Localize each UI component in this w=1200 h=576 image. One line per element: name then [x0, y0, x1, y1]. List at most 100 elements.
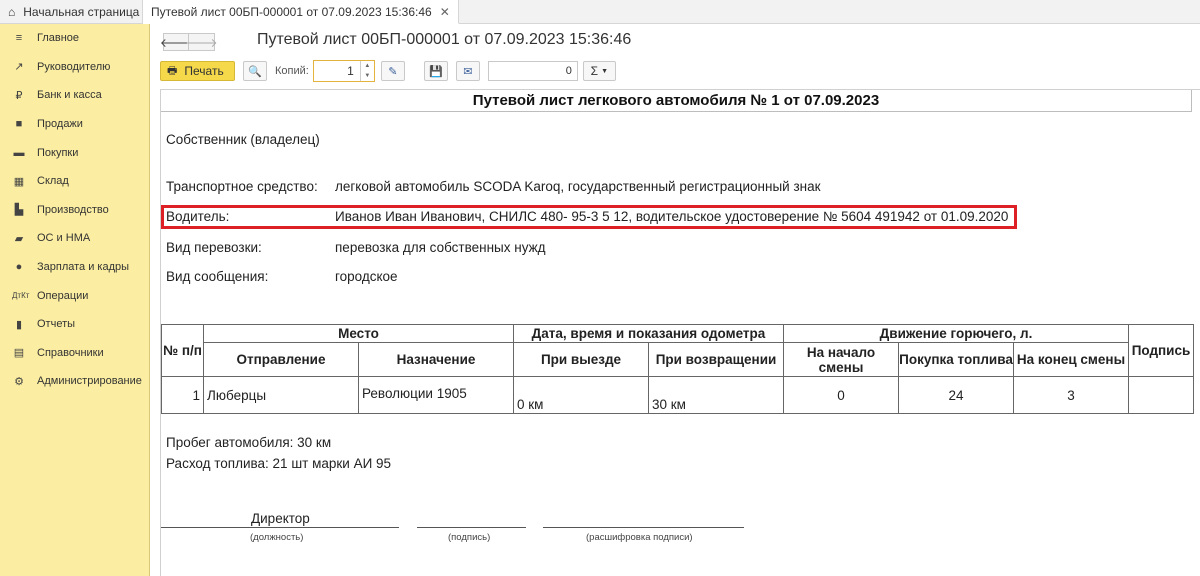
sidebar-item-label: Склад	[37, 175, 69, 188]
ruble-icon: ₽	[15, 89, 23, 102]
tab-home[interactable]: ⌂ Начальная страница	[0, 0, 143, 23]
header-fuel: Движение горючего, л.	[783, 324, 1129, 343]
envelope-icon: ✉	[463, 65, 473, 78]
table-row: 1 Люберцы Революции 1905 0 км 30 км 0 24…	[161, 376, 1194, 414]
sidebar-item-label: Производство	[37, 203, 109, 216]
sidebar-item-purchases[interactable]: ▬ Покупки	[0, 138, 149, 167]
header-on-return: При возвращении	[648, 342, 784, 377]
sidebar-item-label: Руководителю	[37, 60, 111, 73]
route-type-label: Вид сообщения:	[166, 269, 269, 284]
waybill-table: № п/п Место Дата, время и показания одом…	[161, 324, 1194, 414]
table-header-row: № п/п Место Дата, время и показания одом…	[161, 324, 1194, 377]
tab-home-label: Начальная страница	[23, 4, 140, 19]
cart-icon: ▬	[13, 146, 25, 159]
sidebar-item-main[interactable]: ≡ Главное	[0, 24, 149, 53]
sidebar-item-label: Зарплата и кадры	[37, 261, 130, 274]
sidebar-item-salary[interactable]: ● Зарплата и кадры	[0, 253, 149, 282]
caption-name: (расшифровка подписи)	[586, 532, 693, 543]
document-title: Путевой лист легкового автомобиля № 1 от…	[161, 90, 1192, 112]
save-icon: 💾	[428, 65, 443, 78]
header-place: Место	[203, 324, 514, 343]
header-fuel-purchase: Покупка топлива	[898, 342, 1014, 377]
cell-num: 1	[161, 376, 204, 414]
mileage-text: Пробег автомобиля: 30 км	[166, 435, 332, 450]
sum-button[interactable]: Σ ▼	[582, 61, 616, 81]
driver-value: Иванов Иван Иванович, СНИЛС 480- 95-3 5 …	[335, 209, 1009, 224]
factory-icon: ▙	[14, 204, 24, 217]
chevron-up-icon: ▲	[364, 63, 371, 69]
arrow-right-icon: 🡒	[185, 35, 218, 50]
caption-signature: (подпись)	[448, 532, 491, 543]
sidebar-item-production[interactable]: ▙ Производство	[0, 196, 149, 225]
sidebar-item-admin[interactable]: ⚙ Администрирование	[0, 367, 149, 396]
sidebar-item-label: Главное	[37, 32, 80, 45]
menu-icon: ≡	[15, 32, 23, 45]
tab-bar: ⌂ Начальная страница Путевой лист 00БП-0…	[0, 0, 1200, 24]
spreadsheet-document: Путевой лист легкового автомобиля № 1 от…	[160, 89, 1200, 576]
sidebar-item-reports[interactable]: ▮ Отчеты	[0, 310, 149, 339]
header-destination: Назначение	[358, 342, 514, 377]
cell-on-return: 30 км	[648, 376, 784, 414]
route-type-value: городское	[335, 269, 398, 284]
sidebar-item-label: Банк и касса	[37, 89, 102, 102]
position-value: Директор	[251, 511, 310, 526]
header-fuel-start: На начало смены	[783, 342, 899, 377]
vehicle-value: легковой автомобиль SCODA Karoq, государ…	[335, 179, 821, 194]
trend-icon: ↗	[14, 61, 24, 74]
sidebar-item-sales[interactable]: ■ Продажи	[0, 110, 149, 139]
caption-position: (должность)	[250, 532, 304, 543]
sidebar-item-directories[interactable]: ▤ Справочники	[0, 339, 149, 368]
vehicle-label: Транспортное средство:	[166, 179, 318, 194]
table-subheader-row: Отправление Назначение При выезде При во…	[162, 342, 1194, 377]
header-departure: Отправление	[203, 342, 359, 377]
copies-stepper[interactable]: ▲ ▼	[359, 61, 374, 81]
cell-fuel-start: 0	[783, 376, 899, 414]
sidebar-item-manager[interactable]: ↗ Руководителю	[0, 53, 149, 82]
gear-icon: ⚙	[14, 375, 24, 388]
position-line	[161, 527, 399, 528]
copies-label: Копий:	[275, 65, 309, 77]
print-button-label: Печать	[184, 64, 224, 78]
edit-icon: ✎	[388, 65, 398, 78]
dt-kt-icon: ДтКт	[12, 291, 30, 301]
edit-button[interactable]: ✎	[380, 61, 405, 81]
copies-value: 1	[347, 64, 354, 78]
header-num: № п/п	[161, 324, 204, 377]
preview-button[interactable]: 🔍	[243, 61, 267, 81]
sidebar-item-label: Продажи	[37, 118, 83, 131]
nav-buttons: 🡐 🡒	[160, 33, 218, 51]
sum-field[interactable]: 0	[487, 61, 578, 81]
close-icon[interactable]: ✕	[440, 5, 450, 19]
main-area: 🡐 🡒 Путевой лист 00БП-000001 от 07.09.20…	[151, 25, 1200, 576]
copies-input[interactable]: 1 ▲ ▼	[312, 60, 375, 82]
sidebar-item-bank[interactable]: ₽ Банк и касса	[0, 81, 149, 110]
transport-type-label: Вид перевозки:	[166, 240, 262, 255]
tab-waybill-label: Путевой лист 00БП-000001 от 07.09.2023 1…	[151, 4, 432, 19]
forward-button[interactable]: 🡒	[185, 33, 218, 51]
tab-waybill[interactable]: Путевой лист 00БП-000001 от 07.09.2023 1…	[143, 0, 459, 24]
truck-icon: ▰	[14, 232, 24, 245]
person-icon: ●	[15, 261, 23, 274]
chevron-down-icon: ▼	[364, 73, 371, 79]
email-button[interactable]: ✉	[455, 61, 480, 81]
book-icon: ▤	[13, 347, 25, 360]
chevron-down-icon: ▼	[601, 67, 608, 75]
owner-label: Собственник (владелец)	[166, 132, 320, 147]
sidebar-item-warehouse[interactable]: ▦ Склад	[0, 167, 149, 196]
sidebar-item-label: Покупки	[37, 146, 79, 159]
header-fuel-end: На конец смены	[1013, 342, 1129, 377]
sidebar-item-assets[interactable]: ▰ ОС и НМА	[0, 224, 149, 253]
page-title: Путевой лист 00БП-000001 от 07.09.2023 1…	[257, 31, 632, 48]
name-line	[543, 527, 744, 528]
sidebar-item-operations[interactable]: ДтКт Операции	[0, 281, 149, 310]
header-signature: Подпись	[1128, 324, 1194, 377]
sidebar-item-label: Справочники	[37, 346, 104, 359]
preview-icon: 🔍	[248, 65, 262, 78]
fuel-consumption-text: Расход топлива: 21 шт марки АИ 95	[166, 456, 392, 471]
printer-icon: 🖶	[167, 64, 178, 77]
sidebar: ≡ Главное ↗ Руководителю ₽ Банк и касса ■ Пр…	[0, 24, 150, 576]
grid-icon: ▦	[13, 175, 25, 188]
save-button[interactable]: 💾	[423, 61, 448, 81]
print-button[interactable]: 🖶 Печать	[160, 61, 235, 81]
cell-signature	[1128, 376, 1194, 414]
